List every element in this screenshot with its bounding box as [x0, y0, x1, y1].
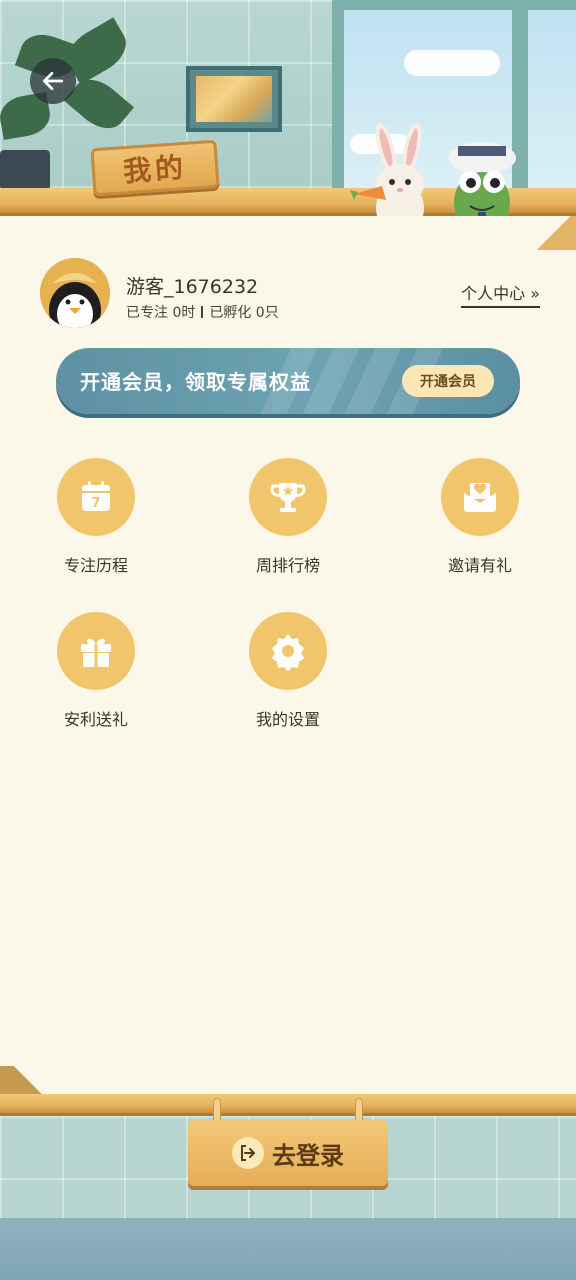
username: 游客_1676232 — [126, 276, 259, 298]
cloud — [404, 50, 500, 76]
login-button[interactable]: 去登录 — [188, 1120, 388, 1186]
personal-center-label: 个人中心 — [461, 284, 526, 303]
menu-item-focus-history[interactable]: 7 专注历程 — [36, 458, 156, 576]
envelope-heart-icon — [441, 458, 519, 536]
stats-divider — [201, 306, 204, 318]
menu-item-invite-gift[interactable]: 邀请有礼 — [420, 458, 540, 576]
menu-item-weekly-ranking[interactable]: 周排行榜 — [228, 458, 348, 576]
calendar-icon: 7 — [57, 458, 135, 536]
menu-item-label: 邀请有礼 — [447, 556, 512, 575]
floor — [0, 1218, 576, 1280]
menu-item-label: 专注历程 — [63, 556, 128, 575]
gear-icon — [249, 612, 327, 690]
window-glass — [528, 10, 576, 196]
svg-text:7: 7 — [91, 496, 100, 511]
menu-item-label: 我的设置 — [255, 710, 320, 729]
focus-time: 已专注 0时 — [126, 305, 196, 321]
user-profile: 游客_1676232 已专注 0时 已孵化 0只 个人中心 » — [40, 258, 540, 330]
menu-item-label: 周排行榜 — [255, 556, 320, 575]
card-corner — [532, 216, 576, 250]
personal-center-link[interactable]: 个人中心 » — [461, 280, 540, 308]
menu-item-label: 安利送礼 — [63, 710, 128, 729]
card-corner — [0, 1066, 56, 1094]
user-stats: 已专注 0时 已孵化 0只 — [126, 302, 279, 322]
plant-pot — [0, 150, 50, 190]
arrow-left-icon — [42, 72, 64, 90]
trophy-icon — [249, 458, 327, 536]
wall-painting — [186, 66, 282, 132]
vip-banner[interactable]: 开通会员，领取专属权益 开通会员 — [56, 348, 520, 414]
vip-banner-text: 开通会员，领取专属权益 — [80, 370, 311, 394]
page-title: 我的 — [122, 150, 189, 189]
back-button[interactable] — [30, 58, 76, 104]
hatch-count: 已孵化 0只 — [209, 305, 279, 321]
menu-item-share-gift[interactable]: 安利送礼 — [36, 612, 156, 730]
gift-icon — [57, 612, 135, 690]
login-label: 去登录 — [272, 1141, 344, 1170]
penguin-avatar-icon — [40, 258, 110, 328]
open-vip-button[interactable]: 开通会员 — [402, 365, 494, 397]
page-title-sign: 我的 — [90, 139, 220, 197]
menu-item-settings[interactable]: 我的设置 — [228, 612, 348, 730]
avatar[interactable] — [40, 258, 110, 328]
double-chevron-right-icon: » — [530, 284, 540, 303]
bottom-shelf — [0, 1094, 576, 1116]
logout-icon — [232, 1137, 264, 1169]
